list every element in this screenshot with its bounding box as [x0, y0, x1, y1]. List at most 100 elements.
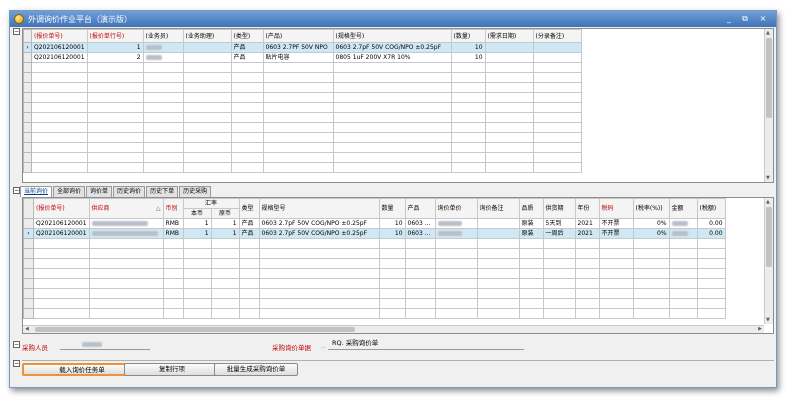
tab-all-inquiry[interactable]: 全部询价 [53, 186, 86, 197]
cell-amount[interactable] [668, 228, 698, 239]
scroll-down-icon[interactable]: ▼ [766, 317, 770, 323]
col-year[interactable]: 年份 [574, 198, 600, 219]
col-rate-orig[interactable]: 原币 [210, 208, 240, 219]
col-qty[interactable]: 数量 [378, 198, 406, 219]
col-amount[interactable]: 金额 [668, 198, 698, 219]
batch-generate-button[interactable]: 批量生成采购询价单 [214, 363, 298, 376]
cell-product[interactable]: 0603 ... [404, 218, 436, 229]
col-spec[interactable]: (规格型号) [332, 29, 452, 43]
cell-rate-orig[interactable]: 1 [210, 228, 240, 239]
cell-amount[interactable] [668, 218, 698, 229]
col-tax-amount[interactable]: (税额) [696, 198, 726, 219]
col-product[interactable]: (产品) [262, 29, 334, 43]
cell-qty[interactable]: 10 [378, 228, 406, 239]
scroll-up-icon[interactable]: ▲ [766, 30, 770, 36]
cell-line-no[interactable]: 2 [86, 52, 144, 63]
col-supplier[interactable]: 供应商 △ [88, 198, 164, 219]
col-spec[interactable]: 规格型号 [258, 198, 380, 219]
voucher-field[interactable]: RQ. 采购询价单 [328, 338, 524, 350]
cell-product[interactable]: 贴片电容 [262, 52, 334, 63]
cell-spec[interactable]: 0603 2.7pF 50V COG/NPO ±0.25pF [258, 228, 380, 239]
collapse-top-icon[interactable]: − [13, 28, 20, 35]
cell-supplier[interactable] [88, 228, 164, 239]
table-row[interactable]: Q202106120001 RMB 1 1 产品 0603 2.7pF 50V … [23, 218, 726, 229]
cell-tax-amount[interactable]: 0.00 [696, 218, 726, 229]
cell-qty[interactable]: 10 [450, 52, 486, 63]
cell-assistant[interactable] [182, 42, 232, 53]
col-assistant[interactable]: (业务助理) [182, 29, 232, 43]
cell-qty[interactable]: 10 [378, 218, 406, 229]
cell-rate-orig[interactable]: 1 [210, 218, 240, 229]
table-row[interactable]: › Q202106120001 1 产品 0603 2.7PF 50V NPO … [23, 42, 582, 53]
cell-currency[interactable]: RMB [162, 218, 184, 229]
col-type[interactable]: (类型) [230, 29, 264, 43]
collapse-footer-icon[interactable]: − [13, 341, 20, 348]
cell-inquiry-note[interactable] [476, 218, 520, 229]
cell-salesman[interactable] [142, 52, 184, 63]
col-line-no[interactable]: (报价单行号) [86, 29, 144, 43]
col-type[interactable]: 类型 [238, 198, 260, 219]
task-vertical-scrollbar[interactable]: ▲ ▼ [764, 29, 773, 182]
table-row[interactable]: › Q202106120001 RMB 1 1 产品 0603 2.7pF 50… [23, 228, 726, 239]
cell-salesman[interactable] [142, 42, 184, 53]
tab-history-inquiry[interactable]: 历史询价 [113, 186, 146, 197]
scroll-thumb[interactable] [766, 38, 772, 118]
scroll-thumb[interactable] [35, 327, 355, 332]
col-qty[interactable]: (数量) [450, 29, 486, 43]
tab-current-inquiry[interactable]: 当前询价 [20, 186, 53, 197]
cell-quality[interactable]: 原装 [518, 228, 544, 239]
cell-tax-code[interactable]: 不开票 [598, 218, 634, 229]
cell-spec[interactable]: 0603 2.7pF 50V COG/NPO ±0.25pF [258, 218, 380, 229]
tab-history-purchase[interactable]: 历史采购 [179, 186, 212, 197]
cell-qty[interactable]: 10 [450, 42, 486, 53]
cell-tax-rate[interactable]: 0% [632, 228, 670, 239]
scroll-down-icon[interactable]: ▼ [766, 175, 770, 181]
minimize-button[interactable]: _ [722, 13, 736, 25]
cell-inquiry-price[interactable] [434, 218, 478, 229]
scroll-thumb[interactable] [766, 207, 772, 267]
col-need-date[interactable]: (需求日期) [484, 29, 534, 43]
col-note[interactable]: (分录备注) [532, 29, 582, 43]
col-quality[interactable]: 品质 [518, 198, 544, 219]
cell-type[interactable]: 产品 [230, 52, 264, 63]
cell-inquiry-price[interactable] [434, 228, 478, 239]
cell-lead-time[interactable]: 5天到 [542, 218, 576, 229]
col-product[interactable]: 产品 [404, 198, 436, 219]
cell-rate-local[interactable]: 1 [182, 218, 212, 229]
col-salesman[interactable]: (业务员) [142, 29, 184, 43]
close-button[interactable]: × [756, 13, 770, 25]
restore-button[interactable]: ⧉ [738, 13, 752, 25]
cell-type[interactable]: 产品 [230, 42, 264, 53]
cell-inquiry-note[interactable] [476, 228, 520, 239]
cell-spec[interactable]: 0603 2.7pF 50V COG/NPO ±0.25pF [332, 42, 452, 53]
col-lead-time[interactable]: 供货期 [542, 198, 576, 219]
cell-line-no[interactable]: 1 [86, 42, 144, 53]
col-inquiry-note[interactable]: 询价备注 [476, 198, 520, 219]
col-inquiry-price[interactable]: 询价单价 [434, 198, 478, 219]
cell-note[interactable] [532, 42, 582, 53]
cell-need-date[interactable] [484, 42, 534, 53]
col-tax-code[interactable]: 税码 [598, 198, 634, 219]
cell-lead-time[interactable]: 一周后 [542, 228, 576, 239]
cell-tax-code[interactable]: 不开票 [598, 228, 634, 239]
cell-product[interactable]: 0603 2.7PF 50V NPO [262, 42, 334, 53]
tab-inquiry-order[interactable]: 询价单 [86, 186, 113, 197]
cell-quote-no[interactable]: Q202106120001 [33, 228, 90, 239]
cell-quote-no[interactable]: Q202106120001 [33, 218, 90, 229]
cell-quality[interactable]: 原装 [518, 218, 544, 229]
cell-product[interactable]: 0603 ... [404, 228, 436, 239]
cell-currency[interactable]: RMB [162, 228, 184, 239]
cell-type[interactable]: 产品 [238, 228, 260, 239]
collapse-bottom-icon[interactable]: − [13, 187, 20, 194]
copy-line-button[interactable]: 复制行项 [124, 363, 220, 376]
purchaser-field[interactable] [60, 338, 150, 350]
cell-quote-no[interactable]: Q202106120001 [31, 42, 88, 53]
cell-tax-amount[interactable]: 0.00 [696, 228, 726, 239]
cell-rate-local[interactable]: 1 [182, 228, 212, 239]
cell-year[interactable]: 2021 [574, 218, 600, 229]
col-quote-no[interactable]: (报价单号) [33, 198, 90, 219]
col-currency[interactable]: 币别 [162, 198, 184, 219]
cell-quote-no[interactable]: Q202106120001 [31, 52, 88, 63]
table-row[interactable]: Q202106120001 2 产品 贴片电容 0805 1uF 200V X7… [23, 52, 582, 63]
col-tax-rate[interactable]: (税率(%)) [632, 198, 670, 219]
